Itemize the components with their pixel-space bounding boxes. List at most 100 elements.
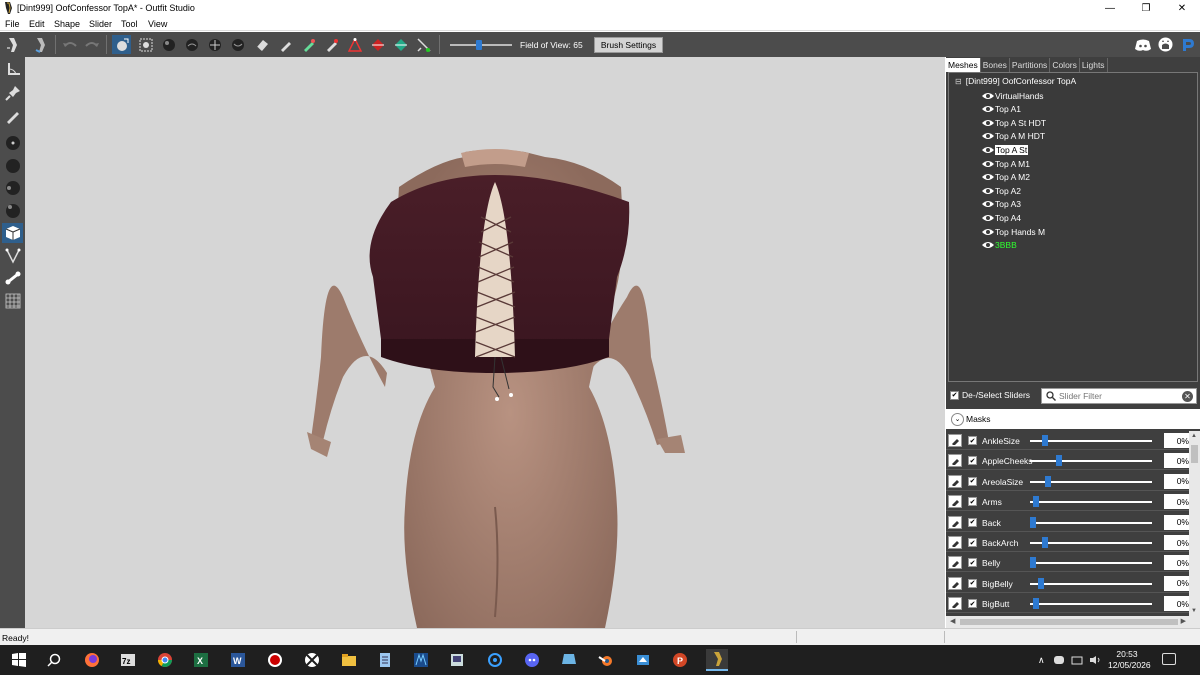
slider-thumb[interactable] [1033,496,1039,508]
edit-slider-icon[interactable] [948,454,962,468]
split-edge-icon[interactable] [414,35,433,54]
menu-slider[interactable]: Slider [89,19,112,29]
slider-value[interactable]: 0% [1164,514,1189,530]
mesh-item[interactable]: VirtualHands [982,89,1044,102]
load-reference-icon[interactable] [3,35,22,54]
collapse-vertex-icon[interactable] [368,35,387,54]
word-icon[interactable]: W [227,649,249,671]
patreon-icon[interactable] [1179,35,1198,54]
slider-vertical-scrollbar[interactable]: ▲ ▼ [1189,431,1200,616]
small-brush-icon[interactable] [2,133,23,153]
rotate-tool-icon[interactable] [2,60,23,80]
slider-value[interactable]: 0% [1164,555,1189,571]
excel-icon[interactable]: X [190,649,212,671]
pen-tool-icon[interactable] [2,106,23,126]
slider-checkbox[interactable]: ✔ [968,558,977,568]
sphere-brush-icon[interactable] [2,156,23,176]
slider-track[interactable] [1030,460,1152,463]
edit-slider-icon[interactable] [948,597,962,611]
maximize-button[interactable]: ❐ [1128,0,1164,17]
redo-icon[interactable] [82,35,101,54]
edge-icon[interactable] [484,649,506,671]
eye-icon[interactable] [982,105,994,113]
eye-icon[interactable] [982,241,994,249]
edit-slider-icon[interactable] [948,576,962,590]
firefox-icon[interactable] [81,649,103,671]
eye-icon[interactable] [982,228,994,236]
slider-checkbox[interactable]: ✔ [968,578,977,588]
slider-value[interactable]: 0% [1164,433,1189,448]
slider-checkbox[interactable]: ✔ [968,456,977,466]
vertex-select-icon[interactable] [345,35,364,54]
slider-track[interactable] [1030,521,1152,524]
7zip-icon[interactable]: 7z [117,649,139,671]
eye-icon[interactable] [982,119,994,127]
edit-slider-icon[interactable] [948,536,962,549]
mesh-item[interactable]: Top A2 [982,184,1021,197]
grid-icon[interactable] [2,291,23,311]
slider-track[interactable] [1030,542,1152,544]
eye-icon[interactable] [982,146,994,154]
mesh-item[interactable]: Top A4 [982,211,1021,224]
search-icon[interactable] [43,649,65,671]
tab-lights[interactable]: Lights [1080,58,1108,72]
move-brush-icon[interactable] [205,35,224,54]
slider-checkbox[interactable]: ✔ [968,599,977,609]
eye-icon[interactable] [982,200,994,208]
minimize-button[interactable]: — [1092,0,1128,17]
inflate-brush-icon[interactable] [159,35,178,54]
cube-icon[interactable] [2,223,23,243]
discord-icon[interactable] [521,649,543,671]
slider-checkbox[interactable]: ✔ [968,517,977,527]
mesh-item[interactable]: Top A1 [982,103,1021,116]
flip-edge-icon[interactable] [391,35,410,54]
menu-shape[interactable]: Shape [54,19,80,29]
tab-meshes[interactable]: Meshes [946,58,981,72]
mesh-item[interactable]: Top A M2 [982,171,1030,184]
clock[interactable]: 20:53 12/05/2026 [1108,649,1151,671]
blender-icon[interactable] [595,649,617,671]
mesh-item[interactable]: Top A3 [982,198,1021,211]
menu-file[interactable]: File [5,19,20,29]
mesh-item[interactable]: Top A M1 [982,157,1030,170]
volume-icon[interactable] [1089,655,1101,665]
notepad-icon[interactable] [374,649,396,671]
file-explorer-icon[interactable] [338,649,360,671]
slider-value[interactable]: 0% [1164,473,1189,489]
mesh-item[interactable]: Top A St [982,143,1029,156]
close-button[interactable]: ✕ [1164,0,1200,17]
mo2-icon[interactable] [558,649,580,671]
brush-settings-button[interactable]: Brush Settings [594,37,663,53]
masks-row[interactable]: ⌄ Masks [946,409,1200,429]
eraser-brush-icon[interactable] [252,35,271,54]
slider-track[interactable] [1030,562,1152,565]
load-outfit-icon[interactable] [31,35,50,54]
slider-value[interactable]: 0% [1164,575,1189,591]
tree-root[interactable]: ⊟ [Dint999] OofConfessor TopA [955,76,1076,86]
chrome-icon[interactable] [154,649,176,671]
slider-checkbox[interactable]: ✔ [968,497,977,507]
tray-chevron-icon[interactable]: ∧ [1038,655,1045,666]
slider-checkbox[interactable]: ✔ [968,436,977,445]
edit-slider-icon[interactable] [948,556,962,570]
sphere-shade-icon[interactable] [2,201,23,221]
slider-track[interactable] [1030,582,1152,585]
eye-icon[interactable] [982,132,994,140]
creation-kit-icon[interactable] [632,649,654,671]
tab-bones[interactable]: Bones [981,58,1010,72]
edit-slider-icon[interactable] [948,474,962,488]
3d-viewport[interactable] [25,57,945,628]
github-icon[interactable] [1156,35,1175,54]
slider-thumb[interactable] [1042,537,1048,548]
slider-thumb[interactable] [1042,435,1048,446]
bone-icon[interactable] [2,268,23,288]
deselect-checkbox[interactable]: ✔ [950,390,959,400]
tab-colors[interactable]: Colors [1050,58,1080,72]
slider-value[interactable]: 0% [1164,494,1189,510]
eye-icon[interactable] [982,173,994,181]
slider-thumb[interactable] [1030,557,1036,569]
outfit-studio-icon[interactable] [706,649,728,671]
menu-edit[interactable]: Edit [29,19,45,29]
mesh-item[interactable]: Top Hands M [982,225,1045,238]
eye-icon[interactable] [982,92,994,100]
